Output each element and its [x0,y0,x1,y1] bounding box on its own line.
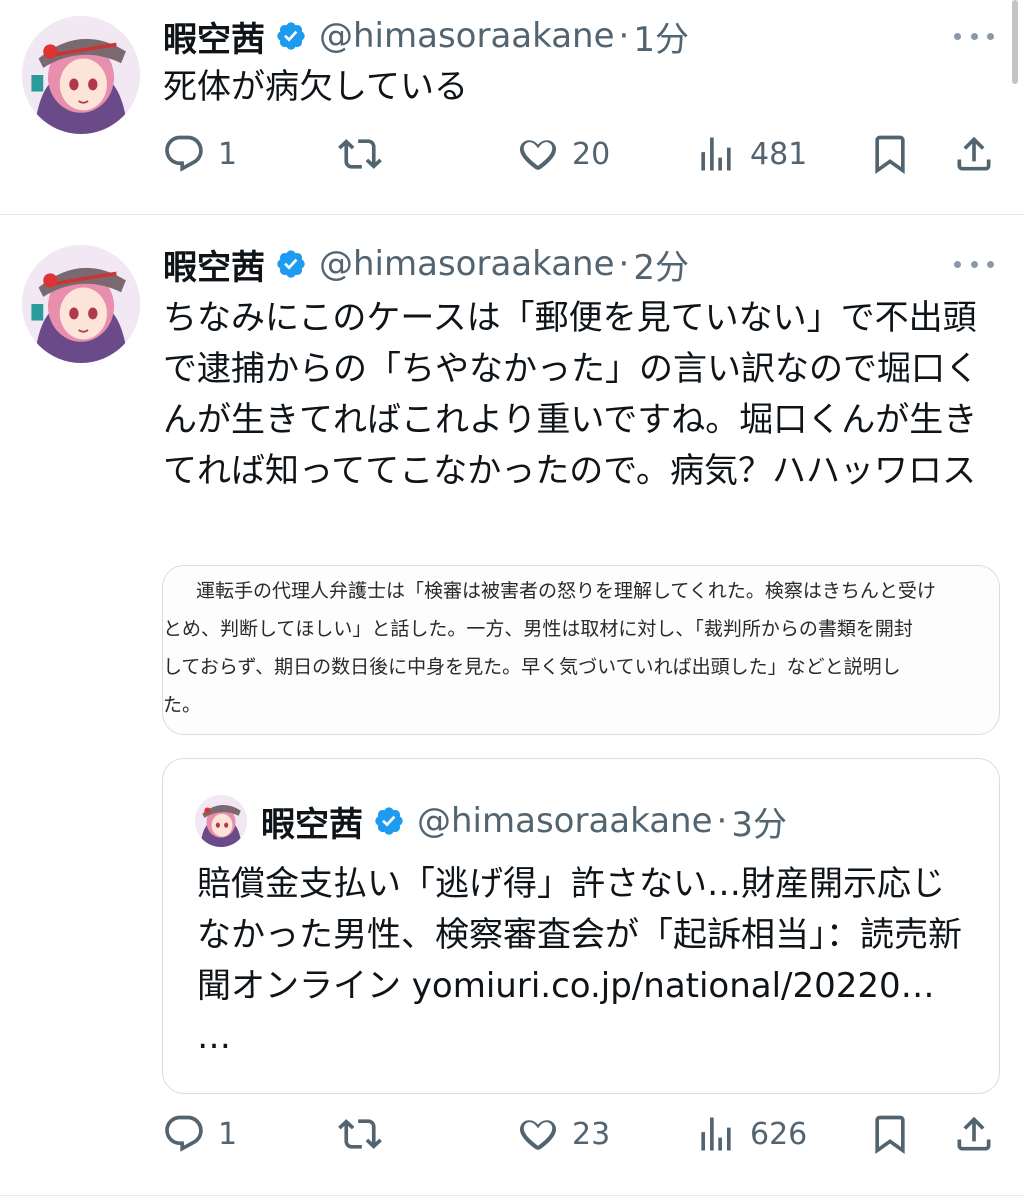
like-count: 23 [572,1116,611,1152]
avatar [195,795,247,847]
retweet-icon [338,1119,382,1149]
retweet-icon [338,139,382,169]
retweet-button[interactable] [338,1112,382,1156]
bookmark-icon [875,135,905,175]
avatar-image [22,16,140,134]
user-handle: @himasoraakane [417,801,713,841]
share-icon [957,1116,991,1151]
display-name[interactable]: 暇空茜 [163,240,265,289]
display-name: 暇空茜 [261,804,363,845]
image-text-line: とめ、判断してほしい」と話した。一方、男性は取材に対し、「裁判所からの書類を開封 [163,618,913,640]
share-button[interactable] [952,132,996,176]
tweet-header: 暇空茜 @himasoraakane · 2分 [163,240,689,288]
reply-button[interactable]: 1 [162,1112,237,1156]
more-icon[interactable] [954,29,994,43]
separator-dot: · [716,801,728,841]
like-button[interactable]: 23 [516,1112,610,1156]
timestamp: 3分 [731,804,787,845]
avatar-image [195,795,247,847]
reply-count: 1 [218,1116,238,1152]
separator-dot: · [618,244,630,284]
views-icon [701,1117,731,1151]
image-text-line: しておらず、期日の数日後に中身を見た。早く気づいていれば出頭した」などと説明し [163,656,901,678]
like-count: 20 [572,136,611,172]
quoted-tweet-text: 賠償金支払い「逃げ得」許さない…財産開示応じなかった男性、検察審査会が「起訴相当… [197,864,962,1057]
image-text-line: た。 [163,694,202,716]
user-handle[interactable]: @himasoraakane [319,16,615,56]
like-button[interactable]: 20 [516,132,610,176]
like-icon [519,140,557,170]
quoted-tweet-header: 暇空茜 @himasoraakane · 3分 [261,795,787,847]
scrollbar[interactable] [1012,0,1018,84]
verified-badge-icon [277,250,305,278]
tweet-header: 暇空茜 @himasoraakane · 1分 [163,12,689,60]
views-icon [701,137,731,171]
tweet[interactable]: 暇空茜 @himasoraakane · 2分 ちなみにこのケースは「郵便を見て… [0,215,1024,1195]
separator-dot: · [618,16,630,56]
like-icon [519,1120,557,1150]
bookmark-button[interactable] [868,132,912,176]
views-button[interactable]: 481 [694,132,807,176]
share-button[interactable] [952,1112,996,1156]
timestamp[interactable]: 1分 [633,12,689,61]
action-bar: 1 20 481 [0,132,1024,184]
reply-icon [165,1115,203,1152]
reply-count: 1 [218,136,238,172]
bookmark-button[interactable] [868,1112,912,1156]
verified-badge-icon [277,22,305,50]
tweet-text: 死体が病欠している [163,67,468,107]
display-name[interactable]: 暇空茜 [163,12,265,61]
share-icon [957,136,991,171]
avatar-image [22,245,140,363]
avatar[interactable] [22,16,140,134]
avatar[interactable] [22,245,140,363]
verified-badge-icon [375,807,403,835]
tweet[interactable]: 暇空茜 @himasoraakane · 1分 死体が病欠している 1 20 4… [0,0,1024,214]
action-bar: 1 23 626 [0,1112,1024,1164]
more-icon[interactable] [954,257,994,271]
tweet-text: ちなみにこのケースは「郵便を見ていない」で不出頭で逮捕からの「ちやなかった」の言… [163,298,979,491]
reply-button[interactable]: 1 [162,132,237,176]
image-text-line: 運転手の代理人弁護士は「検審は被害者の怒りを理解してくれた。検察はきちんと受け [177,580,936,602]
timestamp[interactable]: 2分 [633,240,689,289]
divider [0,1195,1024,1196]
retweet-button[interactable] [338,132,382,176]
bookmark-icon [875,1115,905,1155]
attached-image[interactable]: 運転手の代理人弁護士は「検審は被害者の怒りを理解してくれた。検察はきちんと受け … [162,565,1000,735]
views-count: 481 [750,136,808,172]
views-button[interactable]: 626 [694,1112,807,1156]
reply-icon [165,135,203,172]
views-count: 626 [750,1116,808,1152]
quoted-tweet[interactable]: 暇空茜 @himasoraakane · 3分 賠償金支払い「逃げ得」許さない…… [162,758,1000,1094]
user-handle[interactable]: @himasoraakane [319,244,615,284]
